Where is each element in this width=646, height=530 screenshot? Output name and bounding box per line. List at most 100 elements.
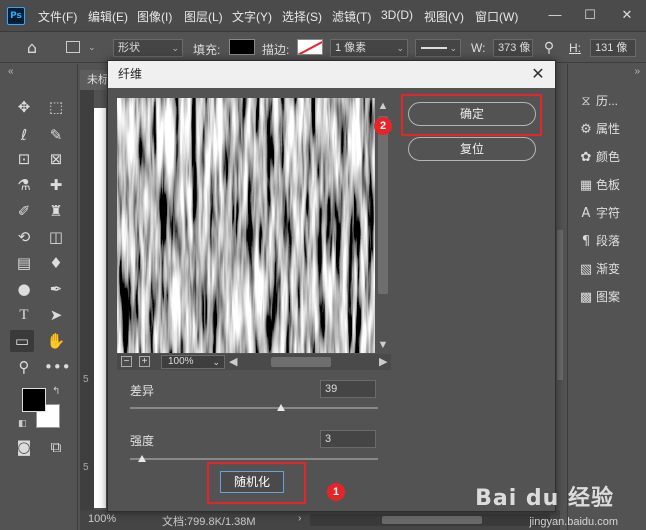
chevron-down-icon: ⌄ [449,43,457,53]
status-zoom[interactable]: 100% [88,513,116,525]
panel-gradients-label: 渐变 [596,262,621,276]
quick-mask-icon[interactable]: ◙ [12,436,36,458]
fill-swatch[interactable] [229,39,255,55]
width-input[interactable]: 373 像 [493,39,533,57]
tool-mode-select[interactable]: 形状 ⌄ [113,39,183,57]
filter-preview[interactable] [117,98,376,353]
crop-tool-icon[interactable]: ⊡ [12,148,36,170]
close-window-button[interactable]: ✕ [612,4,642,26]
more-tools-icon[interactable]: ••• [44,356,71,378]
path-select-tool-icon[interactable]: ➤ [44,304,68,326]
variance-slider-track[interactable] [130,407,378,409]
link-icon[interactable]: ⚲ [537,37,561,59]
hand-tool-icon[interactable]: ✋ [44,330,68,352]
menu-edit[interactable]: 编辑(E) [88,8,128,25]
clone-stamp-tool-icon[interactable]: ♜ [44,200,68,222]
foreground-color-swatch[interactable] [22,388,46,412]
gradient-tool-icon[interactable]: ▤ [12,252,36,274]
home-icon[interactable]: ⌂ [20,37,44,59]
menu-layer[interactable]: 图层(L) [184,8,223,25]
scroll-down-icon[interactable]: ▼ [377,339,389,351]
chevron-down-icon[interactable]: ⌄ [88,42,96,53]
zoom-out-icon[interactable]: − [121,356,132,367]
strength-slider-track[interactable] [130,458,378,460]
preview-scroll-thumb[interactable] [378,116,388,294]
menu-3d[interactable]: 3D(D) [381,8,413,22]
stroke-swatch[interactable] [297,39,323,55]
variance-slider-thumb[interactable] [277,404,286,411]
status-menu-arrow-icon[interactable]: › [298,513,301,524]
menu-type[interactable]: 文字(Y) [232,8,272,25]
menu-window[interactable]: 窗口(W) [475,8,518,25]
type-tool-icon[interactable]: T [12,304,36,326]
frame-tool-icon[interactable]: ⊠ [44,148,68,170]
stroke-width-select[interactable]: 1 像素 ⌄ [330,39,408,57]
scroll-left-icon[interactable]: ◀ [229,355,237,368]
zoom-tool-icon[interactable]: ⚲ [12,356,36,378]
strength-input[interactable]: 3 [320,430,376,448]
eyedropper-tool-icon[interactable]: ⚗ [12,174,36,196]
brush-tool-icon[interactable]: ✐ [12,200,36,222]
vertical-ruler [80,90,94,510]
panel-paragraph[interactable]: ¶ 段落 [576,230,644,252]
menu-image[interactable]: 图像(I) [137,8,172,25]
reset-button[interactable]: 复位 [408,137,536,161]
preview-horizontal-thumb[interactable] [271,357,331,367]
maximize-button[interactable]: ☐ [575,4,605,26]
panel-patterns[interactable]: ▩ 图案 [576,286,644,308]
expand-panels-icon[interactable]: » [634,66,640,77]
collapse-panel-icon[interactable]: « [8,66,14,77]
stroke-width-value: 1 像素 [335,42,367,54]
panel-character[interactable]: A 字符 [576,202,644,224]
highlight-ok-button [401,94,542,136]
stroke-type-select[interactable]: ⌄ [415,39,461,57]
menu-file[interactable]: 文件(F) [38,8,77,25]
preview-vertical-scrollbar[interactable]: ▲ ▼ [375,98,391,354]
scroll-up-icon[interactable]: ▲ [377,100,389,112]
default-colors-icon[interactable]: ◧ [18,418,27,429]
panel-color[interactable]: ✿ 颜色 [576,146,644,168]
panel-swatches-label: 色板 [596,178,621,192]
right-panel-dock: » ⧖ 历... ⚙ 属性 ✿ 颜色 ▦ 色板 A 字符 ¶ 段落 ▧ 渐变 ▩ 图案 [567,64,646,530]
document-vertical-scrollbar[interactable] [557,230,563,380]
height-input[interactable]: 131 像 [590,39,636,57]
document-info: 文档:799.8K/1.38M [162,516,256,528]
variance-label: 差异 [130,384,155,398]
strength-slider-thumb[interactable] [137,455,146,462]
menu-select[interactable]: 选择(S) [282,8,322,25]
height-label: H: [569,41,581,55]
rectangle-tool-icon[interactable]: ▭ [10,330,34,352]
panel-swatches[interactable]: ▦ 色板 [576,174,644,196]
document-canvas[interactable] [94,108,106,508]
history-brush-tool-icon[interactable]: ⟲ [12,226,36,248]
swap-colors-icon[interactable]: ↰ [52,386,60,397]
panel-history-label: 历... [596,94,619,108]
dialog-close-icon[interactable]: ✕ [527,61,549,88]
panel-gradients[interactable]: ▧ 渐变 [576,258,644,280]
pen-tool-icon[interactable]: ✒ [44,278,68,300]
step-badge-2: 2 [374,117,392,135]
variance-input[interactable]: 39 [320,380,376,398]
panel-properties[interactable]: ⚙ 属性 [576,118,644,140]
panel-history[interactable]: ⧖ 历... [576,90,644,112]
photoshop-logo: Ps [7,7,25,25]
screen-mode-icon[interactable]: ⧉ [44,436,68,458]
shape-tool-preset-icon[interactable] [66,41,80,53]
tools-panel: « ✥ ⬚ ℓ ✎ ⊡ ⊠ ⚗ ✚ ✐ ♜ ⟲ ◫ ▤ ♦ ● ✒ T ➤ ▭ … [0,64,78,530]
horizontal-scrollbar-thumb[interactable] [382,516,482,524]
blur-tool-icon[interactable]: ♦ [44,252,68,274]
horizontal-scrollbar[interactable] [310,514,550,526]
minimize-button[interactable]: — [540,4,570,26]
quick-select-tool-icon[interactable]: ✎ [44,124,68,146]
move-tool-icon[interactable]: ✥ [12,96,36,118]
marquee-tool-icon[interactable]: ⬚ [44,96,68,118]
preview-zoom-select[interactable]: 100% ⌄ [161,355,225,369]
eraser-tool-icon[interactable]: ◫ [44,226,68,248]
menu-filter[interactable]: 滤镜(T) [332,8,371,25]
menu-view[interactable]: 视图(V) [424,8,464,25]
zoom-in-icon[interactable]: + [139,356,150,367]
lasso-tool-icon[interactable]: ℓ [12,124,36,146]
scroll-right-icon[interactable]: ▶ [379,355,387,368]
healing-brush-tool-icon[interactable]: ✚ [44,174,68,196]
dodge-tool-icon[interactable]: ● [12,278,36,300]
